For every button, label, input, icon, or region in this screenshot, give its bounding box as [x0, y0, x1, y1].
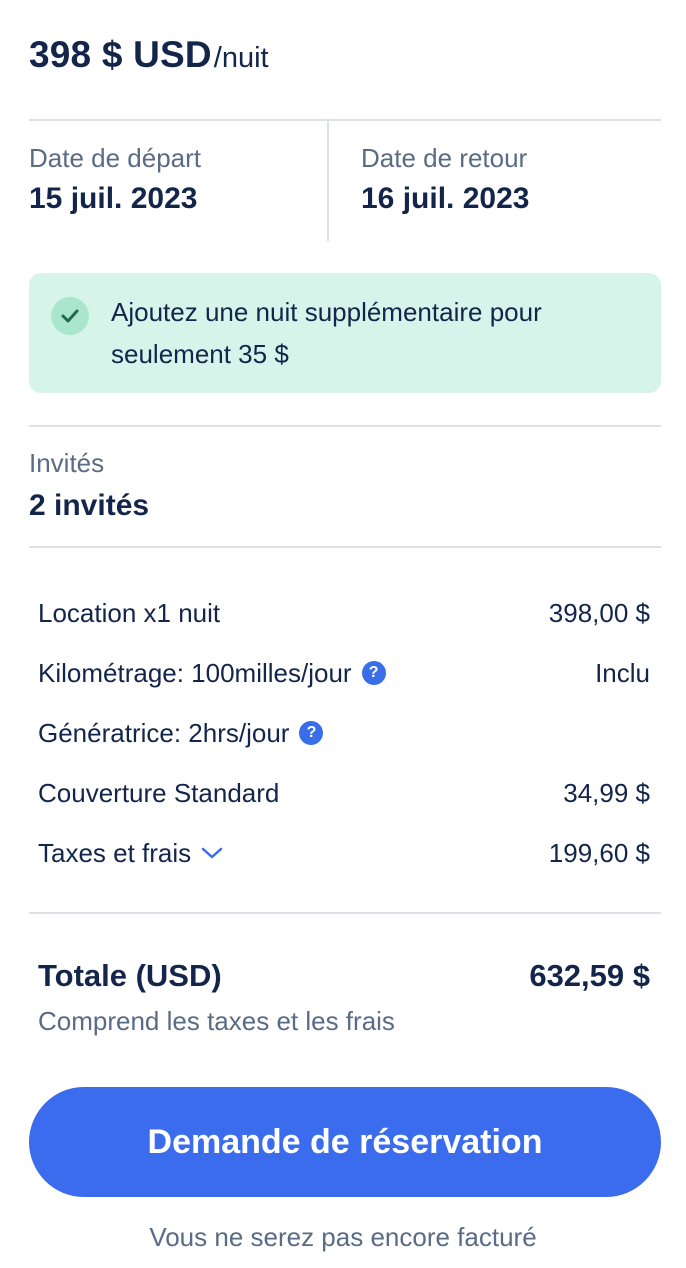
help-icon[interactable]: ?: [361, 661, 386, 685]
row-label: Génératrice: 2hrs/jour: [38, 717, 290, 748]
total-label: Totale (USD): [38, 958, 222, 993]
billing-note: Vous ne serez pas encore facturé: [149, 1222, 537, 1252]
nightly-price: 398 $ USD /nuit: [29, 34, 269, 76]
divider: [29, 546, 661, 548]
row-label: Kilométrage: 100milles/jour: [38, 657, 352, 688]
row-label: Location x1 nuit: [38, 597, 221, 628]
return-date-value: 16 juil. 2023: [361, 182, 530, 215]
divider: [29, 425, 661, 427]
row-value: 34,99 $: [563, 777, 650, 808]
departure-date-field[interactable]: Date de départ 15 juil. 2023: [29, 121, 329, 241]
breakdown-row-coverage: Couverture Standard 34,99 $: [38, 763, 650, 823]
breakdown-row-generator: Génératrice: 2hrs/jour ?: [38, 703, 650, 763]
date-selector: Date de départ 15 juil. 2023 Date de ret…: [29, 121, 661, 241]
breakdown-row-rental: Location x1 nuit 398,00 $: [38, 583, 650, 643]
price-unit: /nuit: [213, 42, 269, 74]
booking-request-button[interactable]: Demande de réservation: [29, 1087, 661, 1197]
row-label: Taxes et frais: [38, 837, 192, 868]
departure-date-label: Date de départ: [29, 143, 202, 173]
row-value: 398,00 $: [548, 597, 650, 628]
departure-date-value: 15 juil. 2023: [29, 182, 198, 215]
total-value: 632,59 $: [529, 958, 650, 993]
extra-night-promo[interactable]: Ajoutez une nuit supplémentaire pour seu…: [29, 273, 661, 393]
promo-text: Ajoutez une nuit supplémentaire pour seu…: [111, 297, 542, 369]
return-date-field[interactable]: Date de retour 16 juil. 2023: [329, 121, 661, 241]
price-breakdown: Location x1 nuit 398,00 $ Kilométrage: 1…: [38, 583, 650, 883]
help-icon[interactable]: ?: [299, 721, 324, 745]
check-icon: [51, 297, 89, 335]
total-note: Comprend les taxes et les frais: [38, 1006, 395, 1036]
guests-value: 2 invités: [29, 489, 150, 522]
return-date-label: Date de retour: [361, 143, 528, 173]
breakdown-row-taxes[interactable]: Taxes et frais 199,60 $: [38, 823, 650, 883]
guests-field[interactable]: Invités 2 invités: [29, 448, 149, 523]
chevron-down-icon[interactable]: [201, 846, 223, 860]
row-label: Couverture Standard: [38, 777, 280, 808]
total-section: Totale (USD) 632,59 $ Comprend les taxes…: [38, 958, 650, 1037]
guests-label: Invités: [29, 448, 105, 478]
breakdown-row-mileage: Kilométrage: 100milles/jour ? Inclu: [38, 643, 650, 703]
price-amount: 398 $ USD: [29, 34, 212, 75]
row-value: 199,60 $: [548, 837, 650, 868]
row-value: Inclu: [595, 657, 650, 688]
divider: [29, 912, 661, 914]
